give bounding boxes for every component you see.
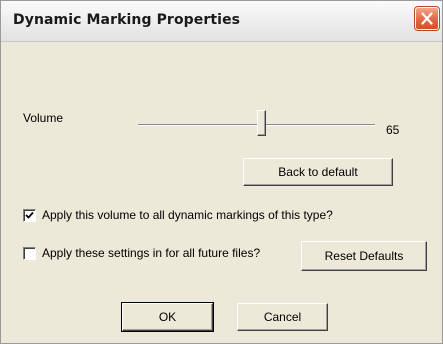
- cancel-button[interactable]: Cancel: [237, 303, 328, 331]
- checkmark-icon: [25, 211, 34, 219]
- close-icon: [421, 12, 433, 25]
- title-bar[interactable]: Dynamic Marking Properties: [1, 1, 442, 42]
- dialog-body: [2, 42, 441, 342]
- volume-slider[interactable]: [138, 109, 375, 139]
- apply-future-files-row[interactable]: Apply these settings in for all future f…: [23, 246, 260, 260]
- apply-all-dynamic-checkbox[interactable]: [23, 208, 36, 222]
- apply-all-dynamic-row[interactable]: Apply this volume to all dynamic marking…: [23, 208, 333, 222]
- volume-value: 65: [386, 123, 400, 137]
- volume-label: Volume: [23, 111, 64, 125]
- reset-defaults-button[interactable]: Reset Defaults: [301, 241, 427, 271]
- apply-future-files-checkbox[interactable]: [23, 246, 36, 260]
- slider-thumb[interactable]: [257, 110, 266, 136]
- close-button[interactable]: [414, 6, 440, 31]
- back-to-default-button[interactable]: Back to default: [243, 158, 393, 186]
- apply-all-dynamic-label: Apply this volume to all dynamic marking…: [42, 208, 333, 222]
- dialog-window: Dynamic Marking Properties Volume 65 Bac…: [0, 0, 443, 344]
- ok-button[interactable]: OK: [121, 302, 214, 332]
- dialog-title: Dynamic Marking Properties: [13, 12, 241, 28]
- apply-future-files-label: Apply these settings in for all future f…: [42, 246, 261, 260]
